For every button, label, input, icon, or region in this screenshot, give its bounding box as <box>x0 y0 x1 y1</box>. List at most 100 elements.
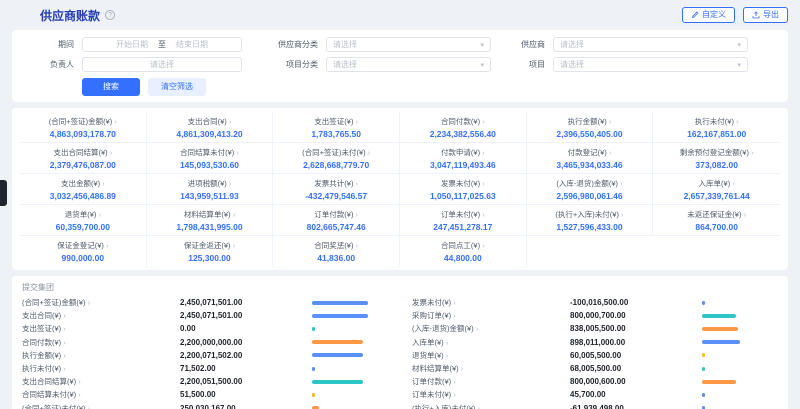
owner-input[interactable]: 请选择 <box>82 57 242 72</box>
stat-card[interactable]: 未返还保证金(¥) › 864,700.00 <box>653 205 780 236</box>
metric-bar <box>702 314 736 318</box>
stat-label: 订单未付(¥) › <box>402 209 524 220</box>
stat-card[interactable]: 支出合同结算(¥) ›2,379,476,087.00 <box>20 143 147 174</box>
supplier-select[interactable]: 请选择 ▾ <box>553 37 748 52</box>
chevron-right-icon: › <box>233 241 236 250</box>
project-category-select[interactable]: 请选择 ▾ <box>326 57 491 72</box>
metric-value: 898,011,000.00 <box>570 338 702 347</box>
metric-value: 2,200,071,502.00 <box>180 351 312 360</box>
chevron-right-icon: › <box>609 148 612 157</box>
stat-card[interactable]: 合同结算未付(¥) › 145,093,530.60 <box>147 143 274 174</box>
help-icon[interactable]: ? <box>105 10 115 20</box>
stat-value: 864,700.00 <box>655 222 778 232</box>
stat-label: 未返还保证金(¥) › <box>655 209 778 220</box>
stat-card[interactable]: 发票未付(¥) ›1,050,117,025.63 <box>400 174 527 205</box>
stat-label: 材料结算单(¥) › <box>149 209 271 220</box>
stat-card[interactable]: 执行金额(¥) ›2,396,550,405.00 <box>527 112 654 143</box>
chevron-right-icon: › <box>482 241 485 250</box>
stat-card[interactable]: 退货单(¥) ›60,359,700.00 <box>20 205 147 236</box>
metric-row[interactable]: 入库单(¥) ›898,011,000.00 <box>412 336 778 349</box>
metric-label: 退货单(¥) › <box>412 350 570 361</box>
date-to-label: 至 <box>158 39 166 50</box>
stat-label: 合同结算未付(¥) › <box>149 147 271 158</box>
metric-row[interactable]: 合同结算未付(¥) ›51,500.00 <box>22 388 388 401</box>
metric-row[interactable]: 支出合同(¥) ›2,450,071,501.00 <box>22 309 388 322</box>
metric-bar-track <box>702 314 778 318</box>
metric-row[interactable]: 订单付款(¥) ›800,000,600.00 <box>412 375 778 388</box>
search-button[interactable]: 搜索 <box>82 78 140 96</box>
metric-row[interactable]: (入库-退货)金额(¥) ›838,005,500.00 <box>412 322 778 335</box>
stat-card[interactable]: 发票共计(¥) ›-432,479,546.57 <box>273 174 400 205</box>
stat-card[interactable]: 合同奖惩(¥) ›41,836.00 <box>273 236 400 266</box>
export-label: 导出 <box>763 11 779 19</box>
supplier-category-label: 供应商分类 <box>242 39 326 50</box>
metric-row[interactable]: 退货单(¥) ›60,005,500.00 <box>412 349 778 362</box>
chevron-right-icon: › <box>446 351 449 360</box>
stat-card[interactable]: 订单付款(¥) ›802,665,747.46 <box>273 205 400 236</box>
stat-value: 145,093,530.60 <box>149 160 271 170</box>
stat-value: 247,451,278.17 <box>402 222 524 232</box>
metric-row[interactable]: 订单未付(¥) ›45,700.00 <box>412 388 778 401</box>
select-placeholder: 请选择 <box>333 39 357 50</box>
stat-card[interactable]: 支出签证(¥) ›1,783,765.50 <box>273 112 400 143</box>
stat-card[interactable]: (执行+入库)未付(¥) ›1,527,596,433.00 <box>527 205 654 236</box>
metric-row[interactable]: (合同+签证)金额(¥) ›2,450,071,501.00 <box>22 296 388 309</box>
metric-row[interactable]: 支出合同结算(¥) ›2,200,051,500.00 <box>22 375 388 388</box>
stat-card[interactable]: 订单未付(¥) › 247,451,278.17 <box>400 205 527 236</box>
chevron-down-icon: ▾ <box>737 61 741 69</box>
metric-value: 2,200,051,500.00 <box>180 377 312 386</box>
stat-card[interactable]: 保证金登记(¥) ›990,000.00 <box>20 236 147 266</box>
metric-row[interactable]: 执行未付(¥) ›71,502.00 <box>22 362 388 375</box>
sidebar-collapse-handle[interactable] <box>0 180 7 206</box>
stat-card[interactable]: 付款登记(¥) ›3,465,934,033.46 <box>527 143 654 174</box>
stat-card[interactable]: 付款申请(¥) ›3,047,119,493.46 <box>400 143 527 174</box>
metric-row[interactable]: 材料结算单(¥) ›68,005,500.00 <box>412 362 778 375</box>
export-button[interactable]: 导出 <box>743 7 788 23</box>
metric-row[interactable]: 采购订单(¥) ›800,000,700.00 <box>412 309 778 322</box>
customize-label: 自定义 <box>702 11 726 19</box>
chevron-down-icon: ▾ <box>480 41 484 49</box>
period-date-range-input[interactable]: 开始日期 至 结束日期 <box>82 37 242 52</box>
metric-bar-track <box>312 353 388 357</box>
stat-card[interactable]: 进项税额(¥) ›143,959,511.93 <box>147 174 274 205</box>
metric-value: 71,502.00 <box>180 364 312 373</box>
clear-filter-button[interactable]: 清空筛选 <box>148 78 206 96</box>
stat-card[interactable]: 支出合同(¥) ›4,861,309,413.20 <box>147 112 274 143</box>
stat-value: 2,234,382,556.40 <box>402 129 524 139</box>
stat-card[interactable]: 剩余预付登记金额(¥) ›373,082.00 <box>653 143 780 174</box>
stat-card[interactable]: 执行未付(¥) ›162,167,851.00 <box>653 112 780 143</box>
stat-card[interactable]: (合同+签证)未付(¥) ›2,628,668,779.70 <box>273 143 400 174</box>
project-select[interactable]: 请选择 ▾ <box>553 57 748 72</box>
stat-card[interactable]: (入库-退货)金额(¥) ›2,596,980,061.46 <box>527 174 654 205</box>
stat-label: (入库-退货)金额(¥) › <box>529 178 651 189</box>
chevron-right-icon: › <box>356 179 359 188</box>
metric-row[interactable]: (合同+签证)未付(¥) ›250,030,167.00 <box>22 402 388 409</box>
metric-row[interactable]: 支出签证(¥) ›0.00 <box>22 322 388 335</box>
chevron-right-icon: › <box>229 179 232 188</box>
metric-row[interactable]: (执行+入库)未付(¥) ›-61,939,498.00 <box>412 402 778 409</box>
stat-card[interactable]: (合同+签证)金额(¥) ›4,863,093,178.70 <box>20 112 147 143</box>
stat-value: 44,800.00 <box>402 253 524 263</box>
stat-card[interactable]: 保证金返还(¥) ›125,300.00 <box>147 236 274 266</box>
stat-card[interactable]: 合同点工(¥) ›44,800.00 <box>400 236 527 266</box>
stat-label: 支出合同结算(¥) › <box>22 147 144 158</box>
stat-card[interactable]: 合同付款(¥) ›2,234,382,556.40 <box>400 112 527 143</box>
stat-card[interactable]: 支出金额(¥) ›3,032,456,486.89 <box>20 174 147 205</box>
stats-grid: (合同+签证)金额(¥) ›4,863,093,178.70支出合同(¥) ›4… <box>20 112 780 266</box>
stat-label: 订单付款(¥) › <box>275 209 397 220</box>
metric-row[interactable]: 合同付款(¥) ›2,200,000,000.00 <box>22 336 388 349</box>
customize-button[interactable]: 自定义 <box>682 7 735 23</box>
stat-label: 入库单(¥) › <box>655 178 778 189</box>
metric-bar <box>312 393 315 397</box>
stat-card[interactable]: 入库单(¥) ›2,657,339,761.44 <box>653 174 780 205</box>
metric-bar <box>702 353 705 357</box>
metric-row[interactable]: 发票未付(¥) ›-100,016,500.00 <box>412 296 778 309</box>
stat-card[interactable]: 材料结算单(¥) ›1,798,431,995.00 <box>147 205 274 236</box>
metric-bar-track <box>702 340 778 344</box>
export-icon <box>752 11 760 19</box>
filter-panel: 期间 开始日期 至 结束日期 供应商分类 请选择 ▾ 供应商 请选择 ▾ 负责人… <box>12 30 788 102</box>
supplier-category-select[interactable]: 请选择 ▾ <box>326 37 491 52</box>
metric-row[interactable]: 执行金额(¥) ›2,200,071,502.00 <box>22 349 388 362</box>
metric-label: 支出签证(¥) › <box>22 323 180 334</box>
chevron-right-icon: › <box>110 148 113 157</box>
